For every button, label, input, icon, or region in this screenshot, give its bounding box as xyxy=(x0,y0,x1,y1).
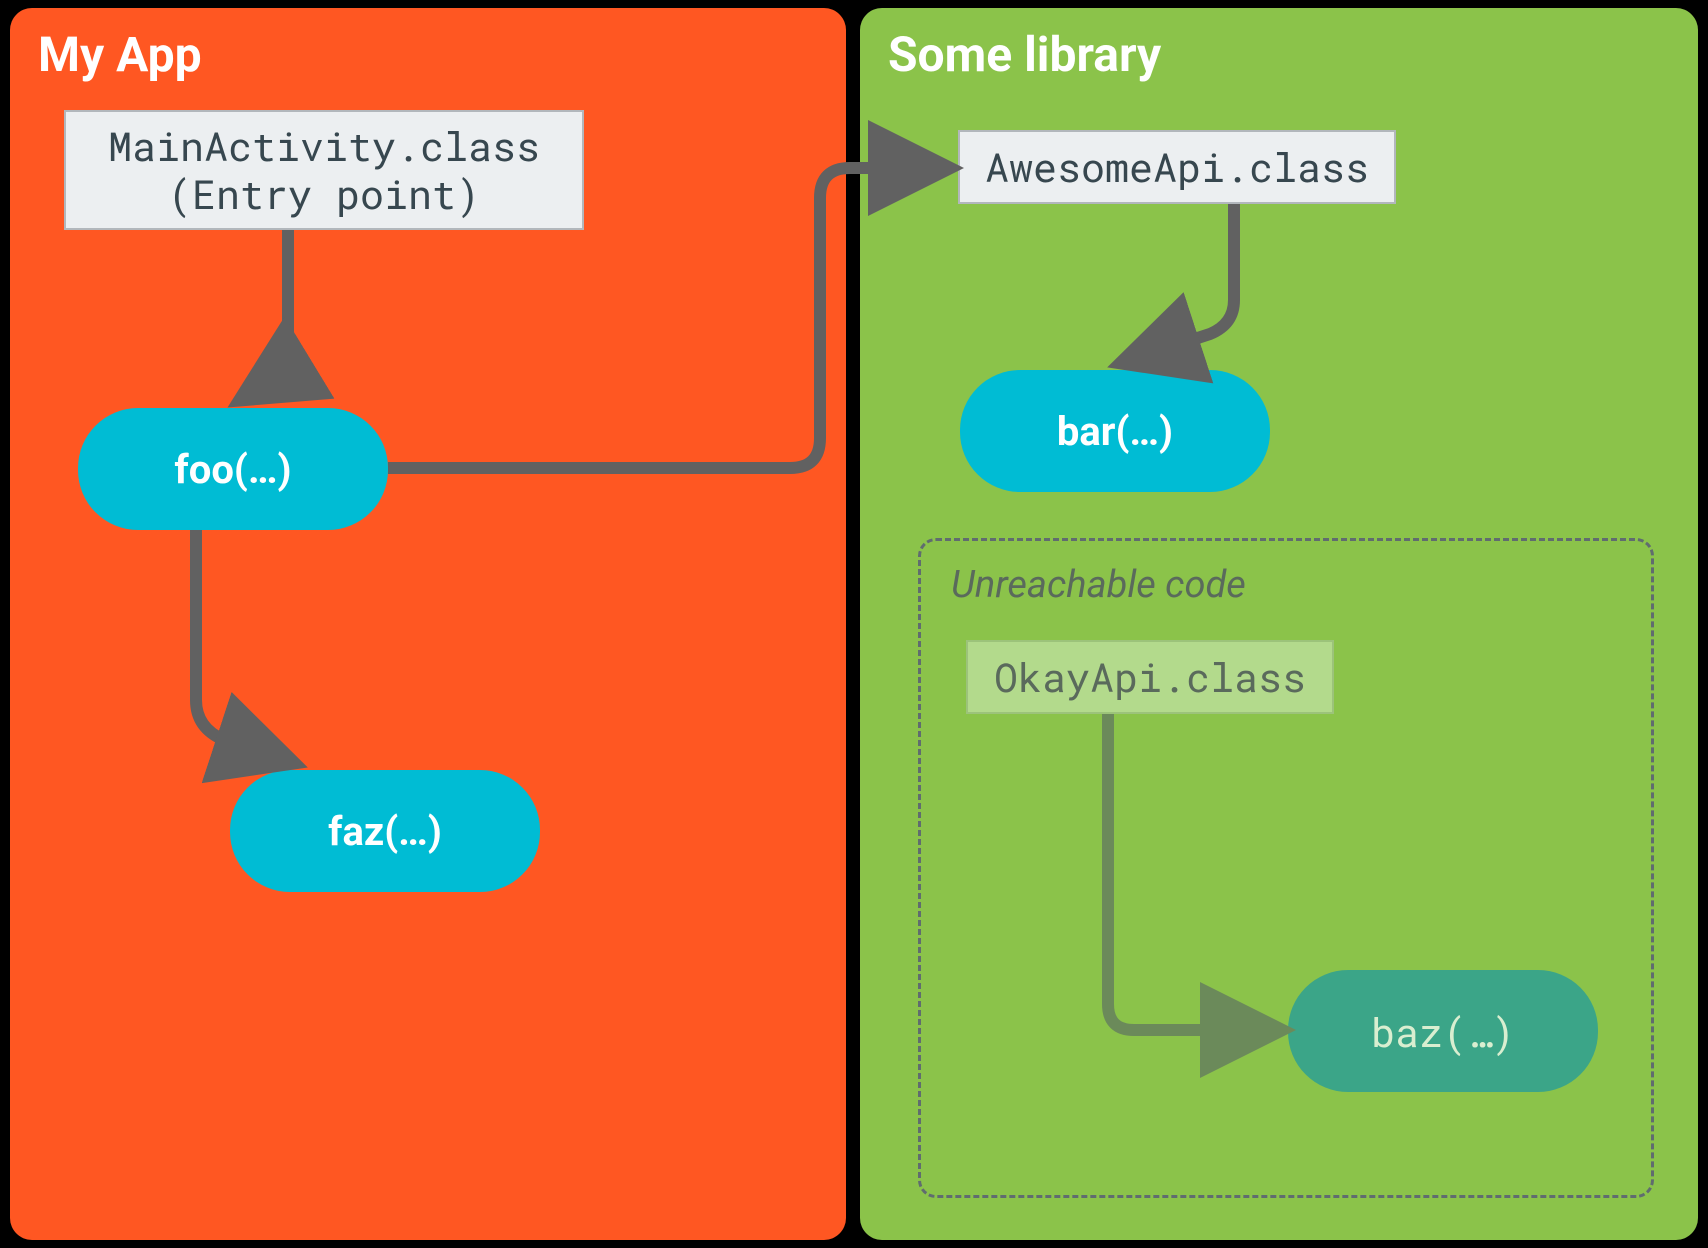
node-okay-api: OkayApi.class xyxy=(966,640,1334,714)
node-faz: faz(…) xyxy=(230,770,540,892)
panel-my-app-title: My App xyxy=(38,26,202,83)
main-activity-line2: (Entry point) xyxy=(168,170,480,218)
node-bar: bar(…) xyxy=(960,370,1270,492)
diagram-stage: My App Some library MainActivity.class (… xyxy=(0,0,1708,1248)
unreachable-group: Unreachable code xyxy=(918,538,1654,1198)
main-activity-line1: MainActivity.class xyxy=(108,122,540,170)
node-main-activity: MainActivity.class (Entry point) xyxy=(64,110,584,230)
panel-some-library-title: Some library xyxy=(888,26,1161,83)
node-foo: foo(…) xyxy=(78,408,388,530)
node-baz: baz(…) xyxy=(1288,970,1598,1092)
node-awesome-api: AwesomeApi.class xyxy=(958,130,1396,204)
unreachable-title: Unreachable code xyxy=(951,563,1246,607)
